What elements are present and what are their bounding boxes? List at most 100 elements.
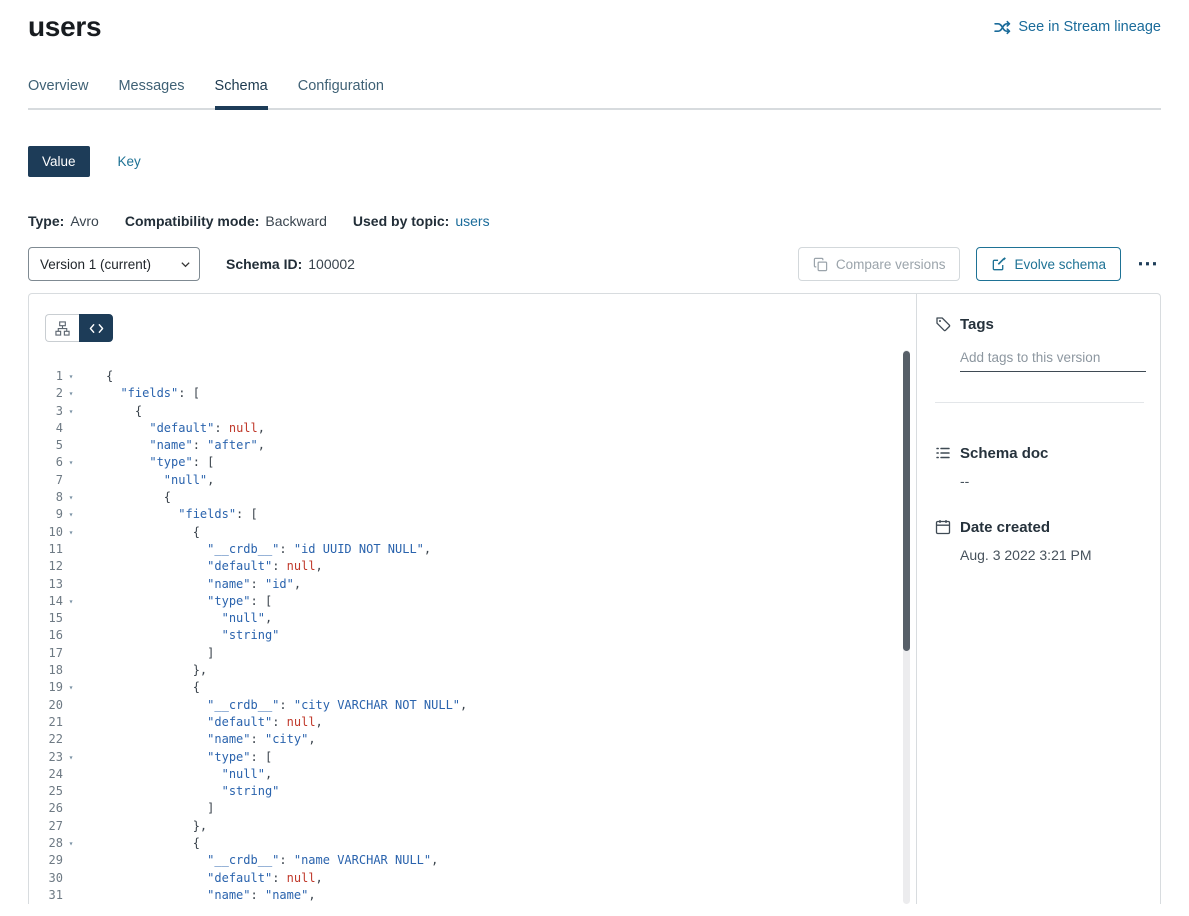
fold-toggle-icon[interactable]: ▾ bbox=[63, 489, 79, 506]
editor-scrollbar-thumb[interactable] bbox=[903, 351, 910, 651]
line-number: 29 bbox=[29, 852, 63, 869]
fold-toggle-icon[interactable]: ▾ bbox=[63, 593, 79, 610]
date-created-section: Date created Aug. 3 2022 3:21 PM bbox=[935, 517, 1144, 563]
tabs: Overview Messages Schema Configuration bbox=[28, 78, 1161, 110]
code-line: 23▾ "type": [ bbox=[29, 749, 916, 766]
schema-id-label: Schema ID: bbox=[226, 256, 302, 272]
line-number: 28 bbox=[29, 835, 63, 852]
fold-toggle-icon[interactable]: ▾ bbox=[63, 403, 79, 420]
code-line: 18 }, bbox=[29, 662, 916, 679]
tab-overview[interactable]: Overview bbox=[28, 78, 88, 108]
fold-spacer bbox=[63, 714, 79, 731]
tag-icon bbox=[935, 316, 951, 332]
code-text: }, bbox=[106, 818, 207, 835]
tree-view-icon bbox=[55, 321, 70, 336]
line-number: 30 bbox=[29, 870, 63, 887]
line-number: 27 bbox=[29, 818, 63, 835]
schema-doc-title: Schema doc bbox=[960, 445, 1048, 462]
fold-spacer bbox=[63, 766, 79, 783]
fold-toggle-icon[interactable]: ▾ bbox=[63, 835, 79, 852]
code-line: 24 "null", bbox=[29, 766, 916, 783]
schema-id: Schema ID: 100002 bbox=[226, 256, 355, 272]
type-value: Avro bbox=[70, 213, 99, 229]
code-text: ] bbox=[106, 800, 214, 817]
fold-toggle-icon[interactable]: ▾ bbox=[63, 368, 79, 385]
fold-spacer bbox=[63, 627, 79, 644]
code-text: }, bbox=[106, 662, 207, 679]
fold-toggle-icon[interactable]: ▾ bbox=[63, 454, 79, 471]
editor-view-toggle bbox=[45, 314, 916, 342]
code-text: "default": null, bbox=[106, 558, 323, 575]
line-number: 5 bbox=[29, 437, 63, 454]
line-number: 24 bbox=[29, 766, 63, 783]
line-number: 19 bbox=[29, 679, 63, 696]
code-line: 2▾ "fields": [ bbox=[29, 385, 916, 402]
line-number: 22 bbox=[29, 731, 63, 748]
code-text: ] bbox=[106, 645, 214, 662]
code-text: { bbox=[106, 524, 200, 541]
code-line: 25 "string" bbox=[29, 783, 916, 800]
version-select[interactable]: Version 1 (current) bbox=[28, 247, 200, 281]
code-line: 9▾ "fields": [ bbox=[29, 506, 916, 523]
topic-link[interactable]: users bbox=[455, 213, 489, 229]
line-number: 26 bbox=[29, 800, 63, 817]
lineage-icon bbox=[994, 19, 1011, 36]
code-line: 26 ] bbox=[29, 800, 916, 817]
tags-section-header: Tags bbox=[935, 314, 1144, 334]
line-number: 14 bbox=[29, 593, 63, 610]
line-number: 11 bbox=[29, 541, 63, 558]
code-line: 10▾ { bbox=[29, 524, 916, 541]
line-number: 12 bbox=[29, 558, 63, 575]
fold-toggle-icon[interactable]: ▾ bbox=[63, 524, 79, 541]
fold-spacer bbox=[63, 852, 79, 869]
fold-spacer bbox=[63, 576, 79, 593]
line-number: 16 bbox=[29, 627, 63, 644]
fold-spacer bbox=[63, 437, 79, 454]
code-line: 29 "__crdb__": "name VARCHAR NULL", bbox=[29, 852, 916, 869]
fold-toggle-icon[interactable]: ▾ bbox=[63, 385, 79, 402]
code-line: 11 "__crdb__": "id UUID NOT NULL", bbox=[29, 541, 916, 558]
tab-configuration[interactable]: Configuration bbox=[298, 78, 384, 108]
stream-lineage-link[interactable]: See in Stream lineage bbox=[994, 19, 1161, 36]
doc-list-icon bbox=[935, 445, 951, 461]
compare-versions-button[interactable]: Compare versions bbox=[798, 247, 961, 281]
add-tags-input[interactable] bbox=[960, 348, 1146, 372]
line-number: 13 bbox=[29, 576, 63, 593]
more-actions-button[interactable]: ⋯ bbox=[1135, 255, 1161, 273]
meta-compatibility: Compatibility mode: Backward bbox=[125, 213, 327, 229]
schema-sidebar: Tags Schema doc -- bbox=[916, 294, 1160, 904]
fold-toggle-icon[interactable]: ▾ bbox=[63, 749, 79, 766]
schema-doc-section: Schema doc -- bbox=[935, 443, 1144, 489]
schema-meta: Type: Avro Compatibility mode: Backward … bbox=[28, 213, 1161, 229]
schema-id-value: 100002 bbox=[308, 256, 355, 272]
fold-spacer bbox=[63, 697, 79, 714]
code-text: "fields": [ bbox=[106, 385, 200, 402]
fold-toggle-icon[interactable]: ▾ bbox=[63, 506, 79, 523]
line-number: 8 bbox=[29, 489, 63, 506]
code-text: "default": null, bbox=[106, 870, 323, 887]
page: users See in Stream lineage Overview Mess… bbox=[0, 0, 1189, 904]
fold-toggle-icon[interactable]: ▾ bbox=[63, 679, 79, 696]
line-number: 3 bbox=[29, 403, 63, 420]
tree-view-button[interactable] bbox=[45, 314, 79, 342]
code-text: "null", bbox=[106, 472, 214, 489]
compatibility-label: Compatibility mode: bbox=[125, 213, 260, 229]
evolve-icon bbox=[991, 257, 1006, 272]
code-line: 17 ] bbox=[29, 645, 916, 662]
line-number: 17 bbox=[29, 645, 63, 662]
line-number: 10 bbox=[29, 524, 63, 541]
tab-schema[interactable]: Schema bbox=[215, 78, 268, 108]
line-number: 20 bbox=[29, 697, 63, 714]
code-view-button[interactable] bbox=[79, 314, 113, 342]
key-toggle-button[interactable]: Key bbox=[118, 154, 141, 169]
line-number: 4 bbox=[29, 420, 63, 437]
meta-topic: Used by topic: users bbox=[353, 213, 490, 229]
value-toggle-button[interactable]: Value bbox=[28, 146, 90, 177]
line-number: 31 bbox=[29, 887, 63, 904]
code-text: "__crdb__": "id UUID NOT NULL", bbox=[106, 541, 431, 558]
tab-messages[interactable]: Messages bbox=[118, 78, 184, 108]
code-text: "type": [ bbox=[106, 593, 272, 610]
code-line: 20 "__crdb__": "city VARCHAR NOT NULL", bbox=[29, 697, 916, 714]
evolve-schema-button[interactable]: Evolve schema bbox=[976, 247, 1121, 281]
schema-doc-header: Schema doc bbox=[935, 443, 1144, 463]
